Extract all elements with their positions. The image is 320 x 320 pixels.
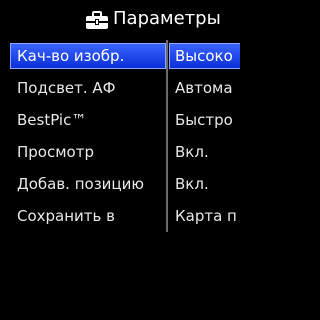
menu-value: Карта п (175, 207, 237, 225)
menu-row-bestpic[interactable]: BestPic™ Быстро (0, 104, 240, 136)
menu-value: Быстро (175, 111, 233, 129)
menu-label: Подсвет. АФ (17, 79, 116, 97)
menu-value: Вкл. (175, 143, 209, 161)
menu-label: Добав. позицию (17, 175, 145, 193)
menu-row-af-assist[interactable]: Подсвет. АФ Автома (0, 72, 240, 104)
menu-label: Сохранить в (17, 207, 115, 225)
menu-row-image-quality[interactable]: Кач-во изобр. Высоко (0, 40, 240, 72)
title-bar: Параметры (0, 0, 240, 38)
settings-menu: Кач-во изобр. Высоко Подсвет. АФ Автома … (0, 40, 240, 232)
menu-row-save-to[interactable]: Сохранить в Карта п (0, 200, 240, 232)
menu-label: Кач-во изобр. (17, 47, 125, 65)
menu-label: Просмотр (17, 143, 94, 161)
menu-row-review[interactable]: Просмотр Вкл. (0, 136, 240, 168)
page-title: Параметры (113, 8, 221, 29)
menu-row-add-position[interactable]: Добав. позицию Вкл. (0, 168, 240, 200)
toolbox-icon (85, 10, 109, 30)
menu-value: Автома (175, 79, 233, 97)
menu-label: BestPic™ (17, 111, 87, 129)
menu-value: Вкл. (175, 175, 209, 193)
menu-value: Высоко (175, 47, 233, 65)
